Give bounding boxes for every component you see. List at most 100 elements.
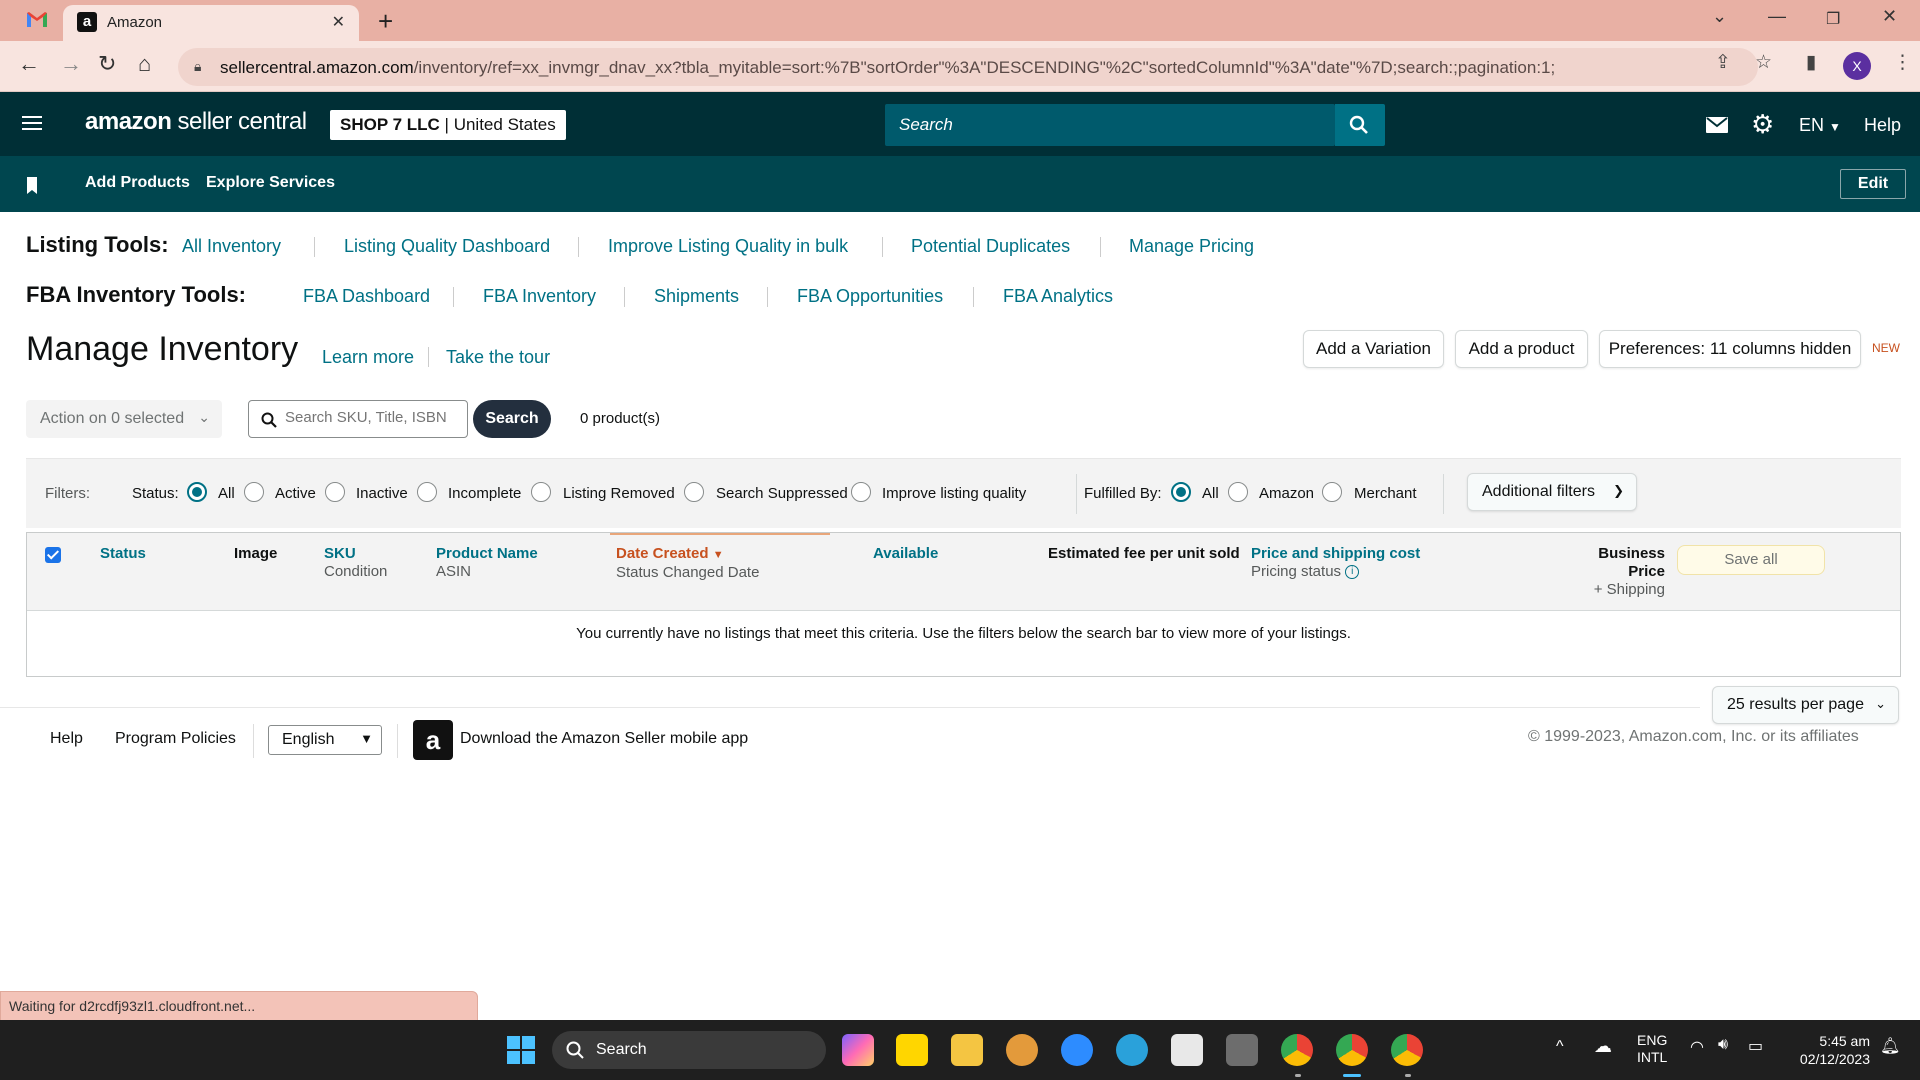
- snipping-tool-icon[interactable]: [1171, 1034, 1203, 1066]
- language-selector[interactable]: EN ▼: [1799, 115, 1841, 136]
- wifi-icon[interactable]: ◠: [1690, 1037, 1704, 1057]
- select-all-checkbox[interactable]: [45, 547, 61, 563]
- info-icon[interactable]: i: [1345, 565, 1360, 580]
- add-variation-button[interactable]: Add a Variation: [1303, 330, 1444, 368]
- footer-language-select[interactable]: English ▼: [268, 725, 382, 755]
- additional-filters-dropdown[interactable]: Additional filters ❯: [1467, 473, 1637, 511]
- header-search-button[interactable]: [1335, 104, 1385, 146]
- close-window-icon[interactable]: ✕: [1882, 6, 1897, 27]
- column-sku[interactable]: SKU Condition: [324, 545, 387, 581]
- profile-avatar[interactable]: X: [1843, 52, 1871, 80]
- fba-tool-opportunities[interactable]: FBA Opportunities: [797, 286, 943, 307]
- url-bar[interactable]: 🔒︎ sellercentral.amazon.com/inventory/re…: [178, 48, 1758, 86]
- status-radio-search-suppressed[interactable]: [684, 482, 704, 502]
- store-selector[interactable]: SHOP 7 LLC | United States: [330, 110, 566, 140]
- chrome-profile-icon[interactable]: [1391, 1034, 1423, 1066]
- bookmark-star-icon[interactable]: ☆: [1755, 51, 1772, 74]
- bookmark-icon[interactable]: [27, 177, 37, 194]
- header-help-link[interactable]: Help: [1864, 115, 1901, 136]
- volume-icon[interactable]: 🔊︎: [1718, 1036, 1728, 1054]
- hamburger-menu-icon[interactable]: [22, 116, 42, 130]
- lock-icon[interactable]: 🔒︎: [194, 58, 201, 75]
- home-icon[interactable]: ⌂: [138, 51, 151, 77]
- zoom-icon[interactable]: [1061, 1034, 1093, 1066]
- status-radio-incomplete[interactable]: [417, 482, 437, 502]
- sku-search-button[interactable]: Search: [473, 400, 551, 438]
- footer-help-link[interactable]: Help: [50, 730, 83, 748]
- telegram-icon[interactable]: [1116, 1034, 1148, 1066]
- status-radio-active[interactable]: [244, 482, 264, 502]
- copilot-icon[interactable]: [842, 1034, 874, 1066]
- column-date-created[interactable]: Date Created ▼ Status Changed Date: [616, 545, 759, 582]
- listing-tool-improve-bulk[interactable]: Improve Listing Quality in bulk: [608, 236, 848, 257]
- fulfilled-radio-all[interactable]: [1171, 482, 1191, 502]
- status-option-label: Listing Removed: [563, 485, 675, 502]
- column-price-shipping[interactable]: Price and shipping cost Pricing status i: [1251, 545, 1420, 581]
- notification-bell-icon[interactable]: 🔔︎: [1880, 1036, 1900, 1056]
- forward-icon[interactable]: →: [60, 51, 82, 77]
- app-icon[interactable]: [1006, 1034, 1038, 1066]
- file-explorer-icon[interactable]: [951, 1034, 983, 1066]
- save-all-button[interactable]: Save all: [1677, 545, 1825, 575]
- column-status[interactable]: Status: [100, 545, 146, 563]
- bulk-action-select[interactable]: Action on 0 selected ⌄: [26, 400, 222, 438]
- new-tab-icon[interactable]: +: [378, 6, 393, 37]
- status-radio-improve-quality[interactable]: [851, 482, 871, 502]
- listing-tool-quality-dashboard[interactable]: Listing Quality Dashboard: [344, 236, 550, 257]
- subnav-add-products[interactable]: Add Products: [85, 174, 190, 192]
- battery-icon[interactable]: ▭: [1748, 1036, 1763, 1056]
- chrome-active-icon[interactable]: [1336, 1034, 1368, 1066]
- share-icon[interactable]: ⇪: [1715, 51, 1731, 74]
- add-product-button[interactable]: Add a product: [1455, 330, 1588, 368]
- fulfilled-radio-merchant[interactable]: [1322, 482, 1342, 502]
- listing-tool-all-inventory[interactable]: All Inventory: [182, 236, 281, 257]
- taskbar-search[interactable]: Search: [552, 1031, 826, 1069]
- status-radio-listing-removed[interactable]: [531, 482, 551, 502]
- settings-gear-icon[interactable]: ⚙: [1751, 109, 1774, 140]
- learn-more-link[interactable]: Learn more: [322, 347, 414, 368]
- footer-program-policies-link[interactable]: Program Policies: [115, 730, 236, 748]
- status-radio-inactive[interactable]: [325, 482, 345, 502]
- download-app-link[interactable]: Download the Amazon Seller mobile app: [460, 730, 748, 748]
- sku-search-field[interactable]: [248, 400, 468, 438]
- take-tour-link[interactable]: Take the tour: [446, 347, 550, 368]
- back-icon[interactable]: ←: [18, 51, 40, 77]
- clock[interactable]: 5:45 am 02/12/2023: [1790, 1032, 1870, 1068]
- fba-tool-inventory[interactable]: FBA Inventory: [483, 286, 596, 307]
- fba-tool-shipments[interactable]: Shipments: [654, 286, 739, 307]
- calculator-icon[interactable]: [1226, 1034, 1258, 1066]
- header-search-input[interactable]: Search: [885, 104, 1335, 146]
- seller-central-logo[interactable]: amazon seller central: [85, 108, 307, 136]
- amazon-seller-app-icon[interactable]: a: [413, 720, 453, 760]
- column-product-name[interactable]: Product Name ASIN: [436, 545, 538, 581]
- results-per-page-dropdown[interactable]: 25 results per page ⌄: [1712, 686, 1899, 724]
- preferences-button[interactable]: Preferences: 11 columns hidden: [1599, 330, 1861, 368]
- status-radio-all[interactable]: [187, 482, 207, 502]
- restore-icon[interactable]: ❐: [1826, 9, 1840, 29]
- listing-tool-manage-pricing[interactable]: Manage Pricing: [1129, 236, 1254, 257]
- onedrive-cloud-icon[interactable]: ☁: [1594, 1036, 1612, 1057]
- tab-search-chevron-icon[interactable]: ⌄: [1712, 6, 1727, 27]
- sku-search-input[interactable]: [285, 409, 460, 426]
- chrome-icon[interactable]: [1281, 1034, 1313, 1066]
- active-tab[interactable]: a Amazon ✕: [63, 5, 359, 41]
- listing-tool-potential-duplicates[interactable]: Potential Duplicates: [911, 236, 1070, 257]
- tab-close-icon[interactable]: ✕: [332, 12, 345, 32]
- windows-start-icon[interactable]: [505, 1034, 537, 1066]
- column-available[interactable]: Available: [873, 545, 938, 563]
- browser-menu-icon[interactable]: ⋮: [1893, 51, 1912, 74]
- reload-icon[interactable]: ↻: [98, 51, 116, 77]
- subnav-explore-services[interactable]: Explore Services: [206, 174, 335, 192]
- input-language[interactable]: ENG INTL: [1637, 1032, 1667, 1066]
- minimize-icon[interactable]: —: [1768, 6, 1786, 27]
- fulfilled-radio-amazon[interactable]: [1228, 482, 1248, 502]
- status-option-label: Inactive: [356, 485, 408, 502]
- gmail-icon[interactable]: [26, 10, 48, 28]
- mail-icon[interactable]: [1706, 117, 1728, 133]
- tray-overflow-chevron-icon[interactable]: ^: [1556, 1038, 1564, 1056]
- fba-tool-dashboard[interactable]: FBA Dashboard: [303, 286, 430, 307]
- edit-bookmarks-button[interactable]: Edit: [1840, 169, 1906, 199]
- side-panel-icon[interactable]: ▮: [1806, 51, 1816, 74]
- fba-tool-analytics[interactable]: FBA Analytics: [1003, 286, 1113, 307]
- sticky-notes-icon[interactable]: [896, 1034, 928, 1066]
